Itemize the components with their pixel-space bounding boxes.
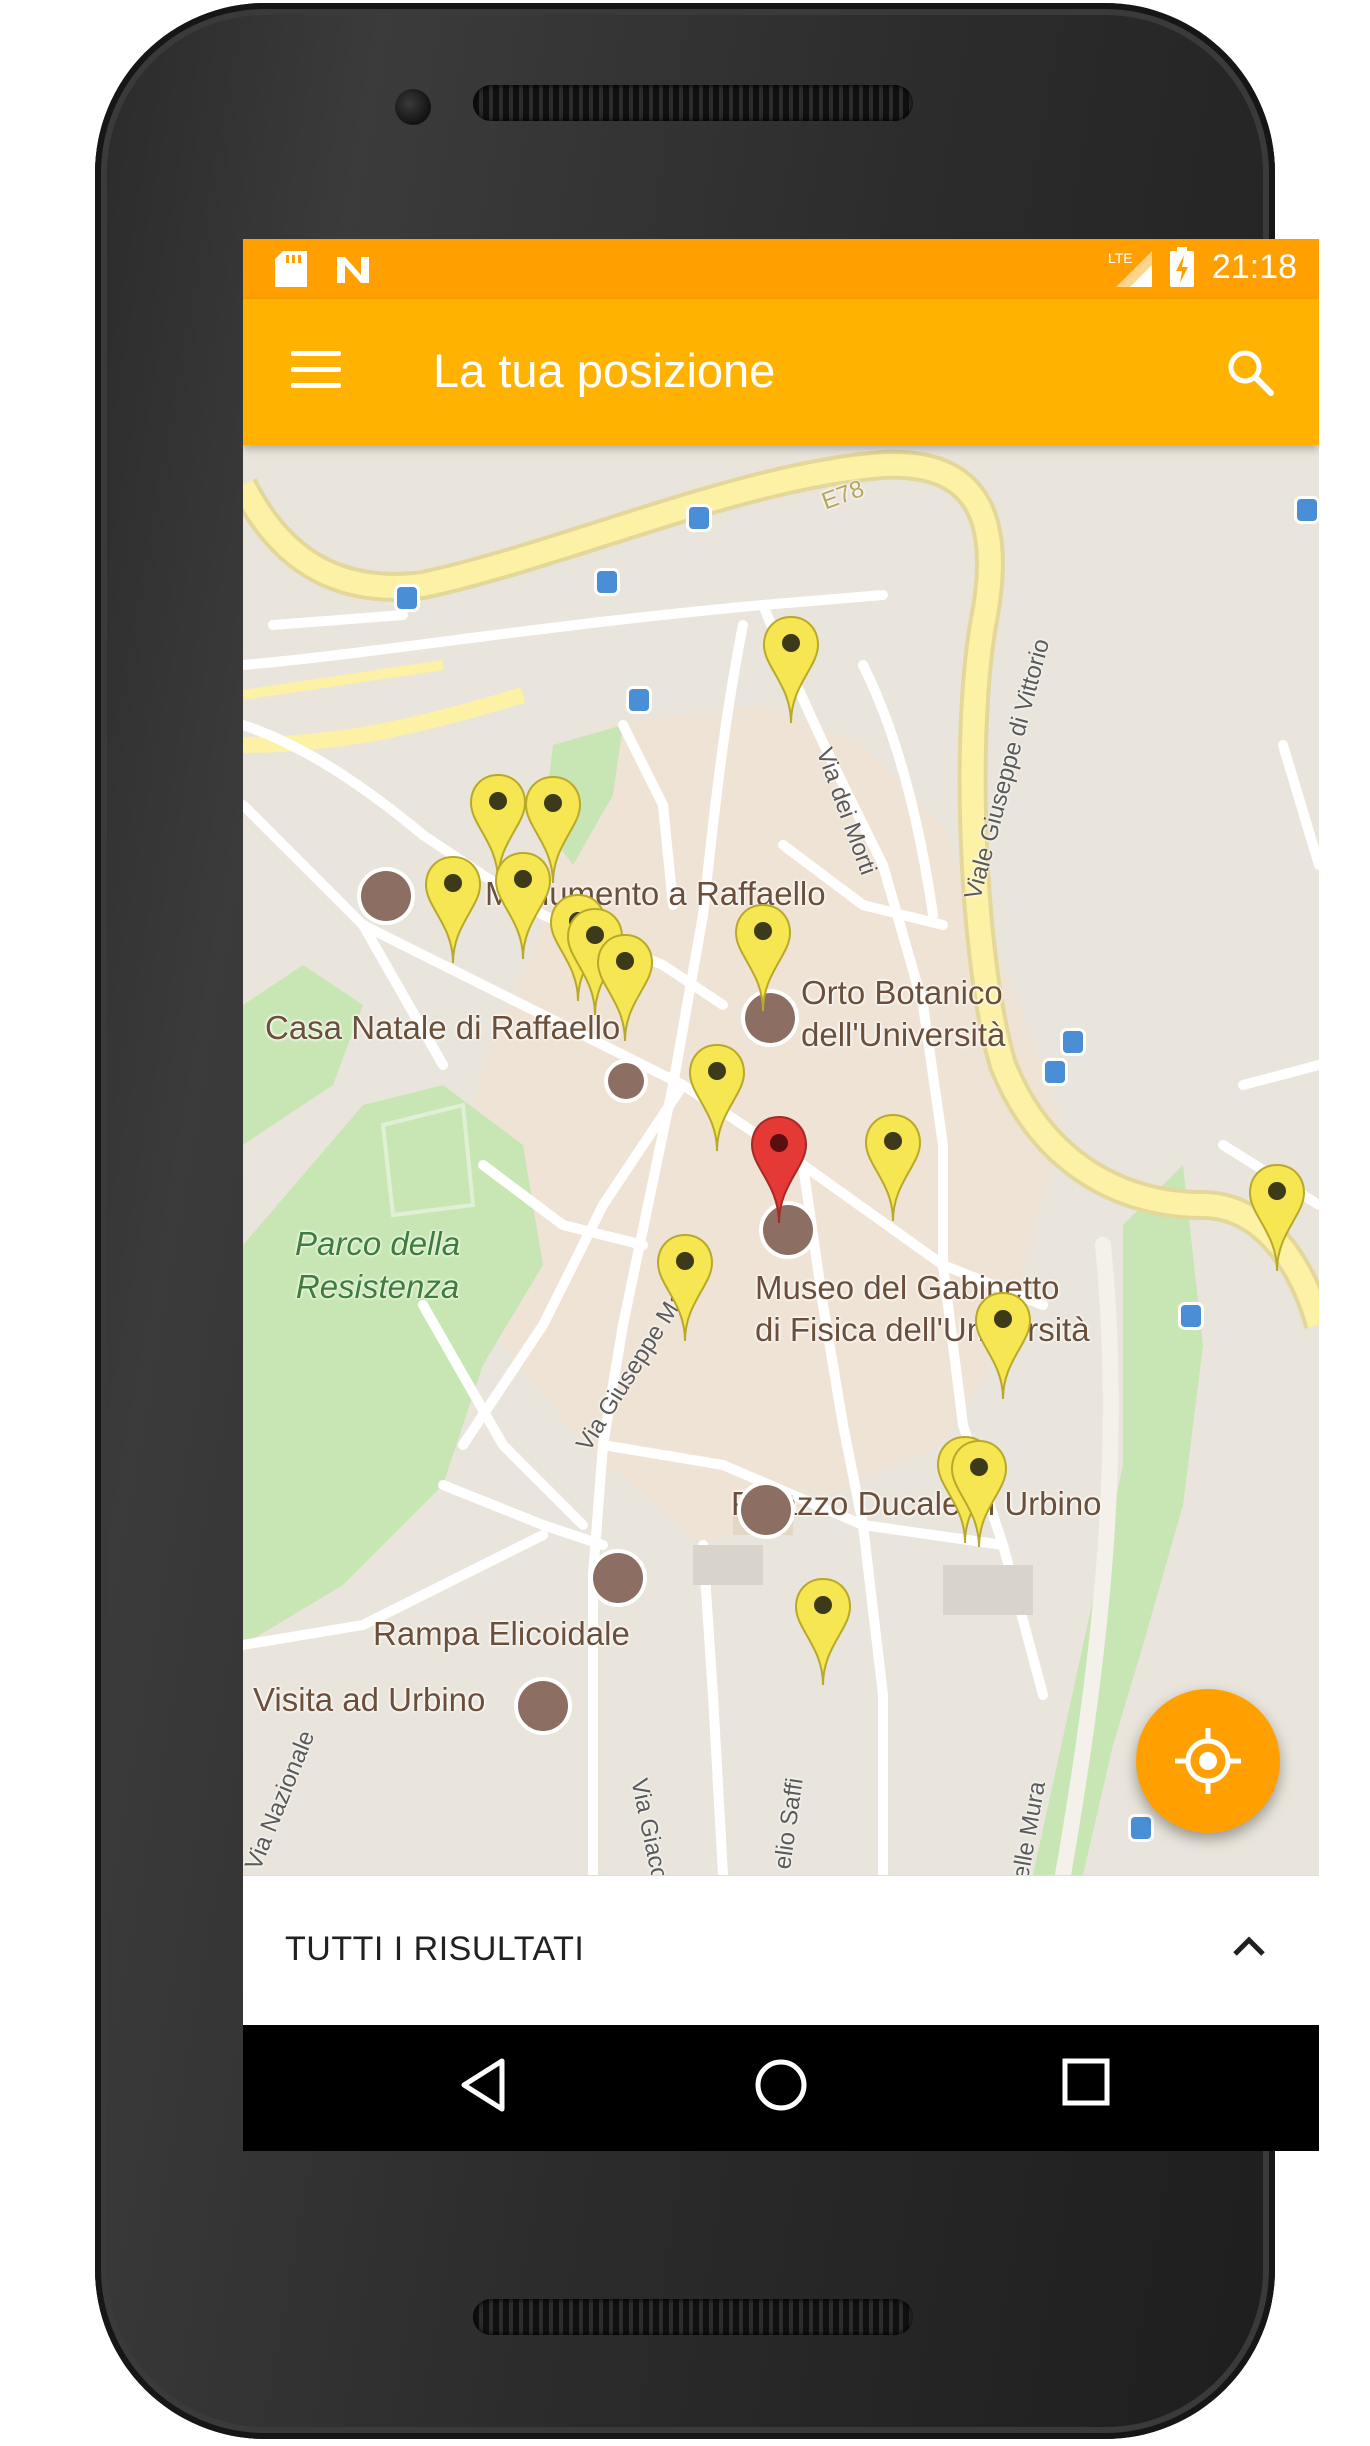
results-bottom-sheet[interactable]: TUTTI I RISULTATI (243, 1875, 1319, 2026)
back-icon[interactable] (458, 2057, 508, 2113)
yellow-marker-pin[interactable] (863, 1113, 923, 1223)
battery-charging-icon (1169, 247, 1194, 287)
bus-stop-icon[interactable] (1131, 1817, 1151, 1839)
top-speaker (473, 85, 913, 121)
chevron-up-icon[interactable] (1229, 1930, 1269, 1960)
yellow-marker-pin[interactable] (973, 1291, 1033, 1401)
bus-stop-icon[interactable] (629, 689, 649, 711)
current-location-marker-pin[interactable] (749, 1115, 809, 1225)
poi-castle-icon[interactable] (361, 871, 411, 921)
yellow-marker-pin[interactable] (493, 851, 553, 961)
bus-stop-icon[interactable] (397, 587, 417, 609)
results-label: TUTTI I RISULTATI (285, 1930, 585, 1968)
park-label-line2: Resistenza (295, 1267, 460, 1305)
park-label-line1: Parco della (295, 1225, 461, 1262)
yellow-marker-pin[interactable] (761, 615, 821, 725)
place-label-museo-2[interactable]: di Fisica dell'Università (755, 1309, 1090, 1350)
poi-camera-icon[interactable] (741, 1485, 791, 1535)
bus-stop-icon[interactable] (1181, 1305, 1201, 1327)
recents-icon[interactable] (1061, 2057, 1111, 2107)
bus-stop-icon[interactable] (1297, 499, 1317, 521)
bus-stop-icon[interactable] (597, 571, 617, 593)
yellow-marker-pin[interactable] (949, 1439, 1009, 1549)
status-bar: LTE 21:18 (243, 239, 1319, 299)
screen: LTE 21:18 La tua posizione Monumento a R… (243, 239, 1319, 2151)
my-location-button[interactable] (1136, 1689, 1280, 1833)
yellow-marker-pin[interactable] (793, 1577, 853, 1687)
system-nav-bar (243, 2025, 1319, 2151)
bus-stop-icon[interactable] (1063, 1031, 1083, 1053)
map-view[interactable]: Monumento a Raffaello Casa Natale di Raf… (243, 445, 1319, 1875)
clock: 21:18 (1211, 247, 1297, 286)
poi-castle-icon[interactable] (593, 1553, 643, 1603)
n-notification-icon (337, 257, 369, 283)
bottom-speaker (473, 2299, 913, 2335)
bus-stop-icon[interactable] (689, 507, 709, 529)
yellow-marker-pin[interactable] (655, 1233, 715, 1343)
my-location-icon (1175, 1728, 1241, 1794)
yellow-marker-pin[interactable] (733, 903, 793, 1013)
yellow-marker-pin[interactable] (595, 933, 655, 1043)
yellow-marker-pin[interactable] (687, 1043, 747, 1153)
place-label-rampa[interactable]: Rampa Elicoidale (373, 1613, 630, 1654)
front-camera (395, 89, 431, 125)
page-title: La tua posizione (433, 344, 776, 397)
place-label-visita[interactable]: Visita ad Urbino (253, 1679, 485, 1720)
park-label: Parco della Resistenza (295, 1223, 460, 1309)
place-label-orto-1[interactable]: Orto Botanico (801, 972, 1003, 1013)
search-icon[interactable] (1225, 347, 1275, 397)
lte-signal-icon: LTE (1108, 250, 1152, 287)
poi-castle-icon[interactable] (518, 1681, 568, 1731)
yellow-marker-pin[interactable] (423, 855, 483, 965)
yellow-marker-pin[interactable] (1247, 1163, 1307, 1273)
place-label-orto-2[interactable]: dell'Università (801, 1014, 1005, 1055)
network-label: LTE (1108, 250, 1133, 266)
phone-frame: LTE 21:18 La tua posizione Monumento a R… (95, 3, 1319, 2439)
bus-stop-icon[interactable] (1045, 1061, 1065, 1083)
sd-card-icon (275, 251, 307, 287)
home-icon[interactable] (753, 2057, 809, 2113)
app-bar: La tua posizione (243, 299, 1319, 445)
poi-house-icon[interactable] (608, 1063, 644, 1099)
hamburger-menu-icon[interactable] (291, 351, 341, 391)
